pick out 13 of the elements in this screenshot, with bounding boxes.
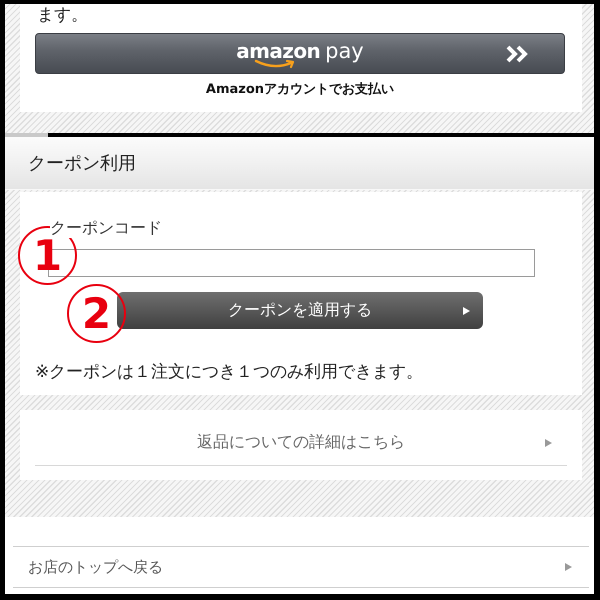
- apply-coupon-button[interactable]: クーポンを適用する: [117, 292, 483, 329]
- coupon-note: ※クーポンは１注文につき１つのみ利用できます。: [35, 361, 424, 384]
- section-header: クーポン利用: [5, 137, 594, 190]
- amazon-pay-caption: Amazonアカウントでお支払い: [204, 82, 396, 98]
- amazon-pay-button[interactable]: amazon pay: [35, 33, 565, 74]
- double-chevron-icon: [506, 44, 528, 62]
- footer-link[interactable]: お店のトップへ戻る: [13, 546, 589, 588]
- triangle-arrow-icon: [463, 306, 470, 314]
- annotation-marker: 2: [67, 284, 126, 343]
- intro-text: ます。: [37, 4, 89, 26]
- triangle-arrow-icon: [545, 438, 552, 446]
- returns-link[interactable]: 返品についての詳細はこちら: [35, 420, 567, 466]
- triangle-arrow-icon: [565, 563, 572, 571]
